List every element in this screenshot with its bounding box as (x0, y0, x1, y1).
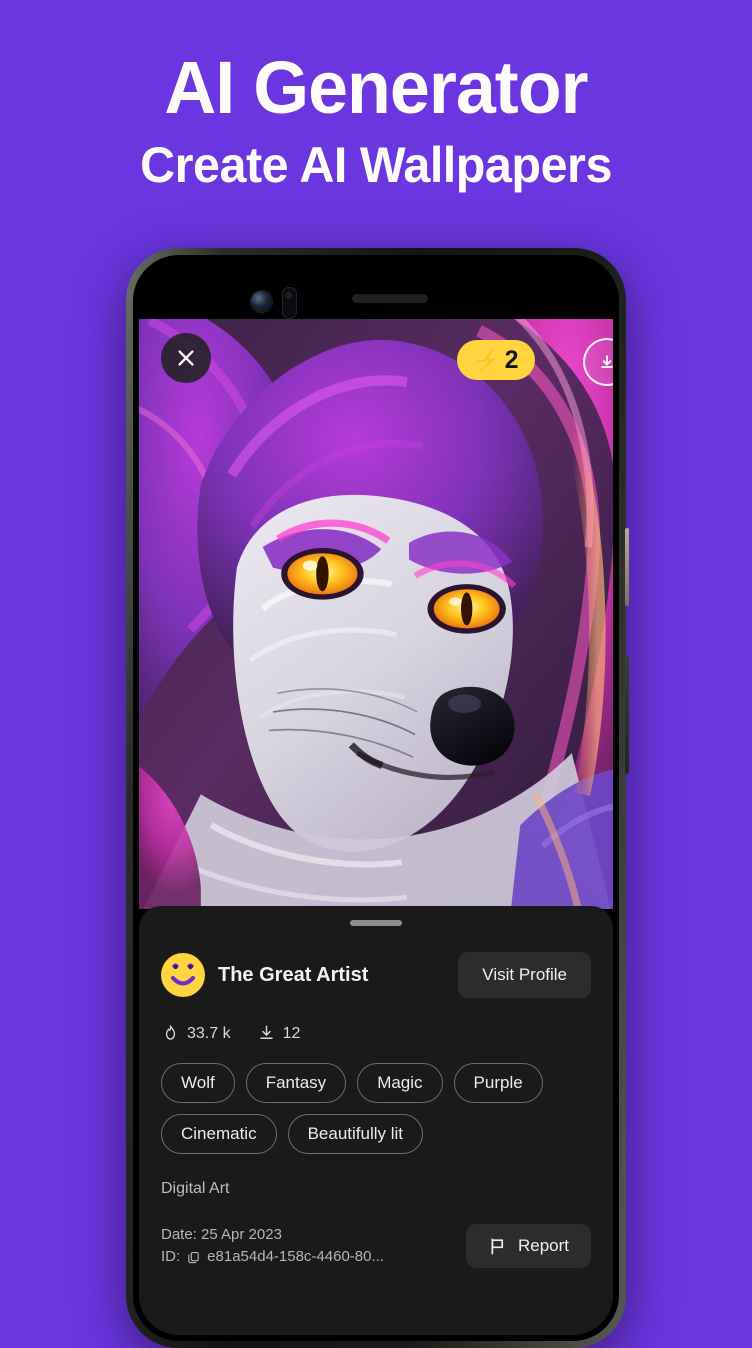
tag-chip[interactable]: Purple (453, 1063, 543, 1103)
power-button[interactable] (625, 528, 629, 606)
close-icon (178, 350, 194, 366)
author-row: The Great Artist Visit Profile (161, 952, 591, 998)
page-title: AI Generator (164, 46, 588, 129)
author-name: The Great Artist (218, 963, 369, 986)
front-camera-icon (251, 291, 272, 312)
meta-block: Date: 25 Apr 2023 ID: e81a54d4-158c-4460… (161, 1224, 384, 1268)
phone-bezel: ⚡ 2 The Great Artist Visit Profile 33.7 … (133, 255, 619, 1341)
date-label: Date: 25 Apr 2023 (161, 1226, 282, 1243)
phone-sensor-bar (139, 261, 613, 319)
tag-chip[interactable]: Fantasy (245, 1063, 347, 1103)
phone-mockup: ⚡ 2 The Great Artist Visit Profile 33.7 … (126, 248, 629, 1348)
flame-icon (165, 1025, 176, 1040)
wallpaper-image[interactable]: ⚡ 2 (139, 319, 613, 909)
proximity-sensor-icon (282, 287, 297, 319)
download-icon (259, 1025, 273, 1039)
id-label: ID: (161, 1248, 181, 1265)
report-label: Report (517, 1236, 569, 1255)
downloads-stat: 12 (257, 1024, 301, 1043)
visit-profile-button[interactable]: Visit Profile (458, 952, 591, 998)
tag-chip[interactable]: Cinematic (161, 1114, 277, 1154)
details-sheet: The Great Artist Visit Profile 33.7 k 12… (139, 906, 613, 1335)
report-button[interactable]: Report (465, 1224, 591, 1268)
copy-icon[interactable] (186, 1250, 201, 1265)
downloads-count: 12 (282, 1024, 301, 1042)
flag-icon (491, 1238, 504, 1254)
page-subtitle: Create AI Wallpapers (140, 137, 612, 193)
tag-list: Wolf Fantasy Magic Purple Cinematic Beau… (161, 1063, 591, 1154)
close-button[interactable] (161, 333, 211, 383)
earpiece-speaker (352, 294, 428, 303)
id-value: e81a54d4-158c-4460-80... (207, 1248, 384, 1265)
id-row: ID: e81a54d4-158c-4460-80... (161, 1246, 384, 1268)
category-label: Digital Art (161, 1180, 230, 1197)
likes-count: 33.7 k (187, 1024, 231, 1042)
volume-button[interactable] (625, 656, 629, 774)
stats-row: 33.7 k 12 (161, 1024, 591, 1043)
sheet-drag-handle[interactable] (350, 920, 402, 926)
promo-header: AI Generator Create AI Wallpapers (0, 0, 752, 194)
phone-screen: ⚡ 2 The Great Artist Visit Profile 33.7 … (139, 261, 613, 1335)
credits-count: 2 (504, 345, 519, 374)
download-circle-icon (601, 355, 613, 368)
tag-chip[interactable]: Beautifully lit (287, 1114, 424, 1154)
tag-chip[interactable]: Wolf (161, 1063, 235, 1103)
credits-badge[interactable]: ⚡ 2 (457, 340, 535, 380)
meta-row: Date: 25 Apr 2023 ID: e81a54d4-158c-4460… (161, 1224, 591, 1268)
wolf-artwork-illustration (139, 319, 613, 909)
avatar[interactable] (161, 953, 205, 997)
tag-chip[interactable]: Magic (357, 1063, 443, 1103)
likes-stat: 33.7 k (161, 1024, 231, 1043)
smiley-avatar-icon (170, 963, 196, 986)
lightning-bolt-icon: ⚡ (473, 348, 500, 372)
